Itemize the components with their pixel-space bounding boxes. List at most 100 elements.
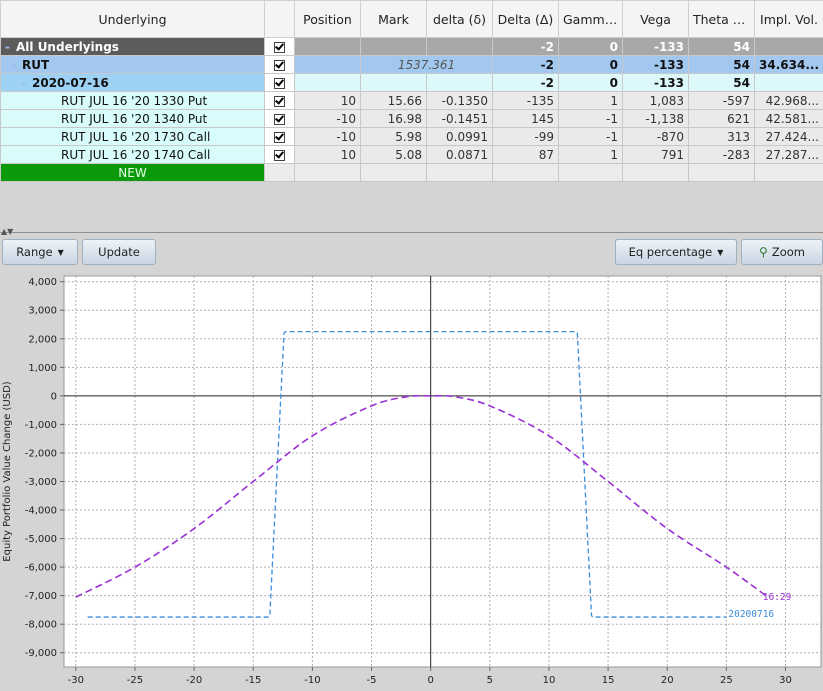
new-row[interactable]: NEW — [0, 163, 823, 182]
cell-empty — [360, 37, 427, 56]
collapse-icon[interactable]: - — [11, 58, 19, 72]
collapse-icon[interactable]: - — [21, 76, 29, 90]
leg-vega: 1,083 — [622, 91, 689, 110]
x-tick-label: -15 — [245, 675, 261, 686]
cell-empty — [492, 163, 559, 182]
all-underlyings-cell[interactable]: - All Underlyings — [0, 37, 265, 56]
leg-row[interactable]: RUT JUL 16 '20 1740 Call 10 5.08 0.0871 … — [0, 145, 823, 164]
leg-position: -10 — [294, 127, 361, 146]
leg-name[interactable]: RUT JUL 16 '20 1740 Call — [0, 145, 265, 164]
x-tick-label: 15 — [602, 675, 615, 686]
leg-name[interactable]: RUT JUL 16 '20 1730 Call — [0, 127, 265, 146]
col-position[interactable]: Position — [294, 0, 361, 38]
y-tick-label: 4,000 — [28, 277, 57, 288]
col-theta[interactable]: Theta (Θ) — [688, 0, 755, 38]
y-tick-label: -6,000 — [25, 563, 57, 574]
leg-theta: 621 — [688, 109, 755, 128]
checkbox-checked-icon[interactable] — [274, 59, 285, 71]
cell-empty — [426, 37, 493, 56]
cell-empty — [754, 73, 823, 92]
range-button[interactable]: Range ▼ — [2, 239, 78, 265]
rut-checkbox[interactable] — [264, 55, 295, 74]
rut-cell[interactable]: - RUT — [0, 55, 265, 74]
checkbox-checked-icon[interactable] — [274, 149, 285, 161]
leg-gamma: 1 — [558, 91, 623, 110]
checkbox-checked-icon[interactable] — [274, 77, 285, 89]
update-button[interactable]: Update — [82, 239, 156, 265]
y-tick-label: -5,000 — [25, 534, 57, 545]
dropdown-caret-icon: ▼ — [717, 247, 724, 257]
checkbox-checked-icon[interactable] — [274, 113, 285, 125]
rut-iv: 34.634... — [754, 55, 823, 74]
leg-name[interactable]: RUT JUL 16 '20 1340 Put — [0, 109, 265, 128]
col-gamma[interactable]: Gamma... — [558, 0, 623, 38]
leg-mark: 16.98 — [360, 109, 427, 128]
eq-percentage-dropdown[interactable]: Eq percentage ▼ — [615, 239, 737, 265]
collapse-icon[interactable]: - — [5, 40, 13, 54]
pnl-chart: -30 -25 -20 -15 -10 -5 0 5 10 15 20 25 30 4,000 3,000 2… — [2, 275, 822, 686]
leg-name[interactable]: RUT JUL 16 '20 1330 Put — [0, 91, 265, 110]
leg-checkbox[interactable] — [264, 127, 295, 146]
x-tick-label: 0 — [427, 675, 433, 686]
cell-empty — [360, 73, 427, 92]
all-underlyings-row[interactable]: - All Underlyings -2 0 -133 54 — [0, 37, 823, 56]
all-delta-cap: -2 — [492, 37, 559, 56]
leg-mark: 5.98 — [360, 127, 427, 146]
leg-delta-cap: -99 — [492, 127, 559, 146]
checkbox-checked-icon[interactable] — [274, 41, 285, 53]
expiry-checkbox[interactable] — [264, 73, 295, 92]
leg-gamma: -1 — [558, 127, 623, 146]
all-checkbox[interactable] — [264, 37, 295, 56]
update-button-label: Update — [98, 245, 140, 259]
leg-row[interactable]: RUT JUL 16 '20 1340 Put -10 16.98 -0.145… — [0, 109, 823, 128]
expiry-vega: -133 — [622, 73, 689, 92]
cell-empty — [360, 163, 427, 182]
y-tick-label: 2,000 — [28, 334, 57, 345]
leg-theta: -283 — [688, 145, 755, 164]
leg-row[interactable]: RUT JUL 16 '20 1730 Call -10 5.98 0.0991… — [0, 127, 823, 146]
col-delta-small[interactable]: delta (δ) — [426, 0, 493, 38]
checkbox-checked-icon[interactable] — [274, 131, 285, 143]
leg-delta: 0.0871 — [426, 145, 493, 164]
range-button-label: Range — [16, 245, 53, 259]
expiry-cell[interactable]: -2020-07-16 — [0, 73, 265, 92]
expiry-row[interactable]: -2020-07-16 -2 0 -133 54 — [0, 73, 823, 92]
expiry-gamma: 0 — [558, 73, 623, 92]
leg-delta-cap: 145 — [492, 109, 559, 128]
leg-gamma: -1 — [558, 109, 623, 128]
x-tick-label: -25 — [127, 675, 143, 686]
new-position-button[interactable]: NEW — [0, 163, 265, 182]
col-mark[interactable]: Mark — [360, 0, 427, 38]
rut-vega: -133 — [622, 55, 689, 74]
leg-position: 10 — [294, 145, 361, 164]
leg-checkbox[interactable] — [264, 145, 295, 164]
leg-position: 10 — [294, 91, 361, 110]
col-underlying[interactable]: Underlying — [0, 0, 265, 38]
col-vega[interactable]: Vega — [622, 0, 689, 38]
leg-row[interactable]: RUT JUL 16 '20 1330 Put 10 15.66 -0.1350… — [0, 91, 823, 110]
split-arrows-icon[interactable]: ▲▼ — [1, 227, 13, 236]
col-iv[interactable]: Impl. Vol. — [754, 0, 823, 38]
leg-checkbox[interactable] — [264, 109, 295, 128]
leg-mark: 5.08 — [360, 145, 427, 164]
y-axis-label: Equity Portfolio Value Change (USD) — [2, 381, 13, 561]
leg-checkbox[interactable] — [264, 91, 295, 110]
checkbox-checked-icon[interactable] — [274, 95, 285, 107]
zoom-button[interactable]: ⚲ Zoom — [741, 239, 823, 265]
y-tick-label: -1,000 — [25, 420, 57, 431]
all-theta: 54 — [688, 37, 755, 56]
panel-divider[interactable] — [0, 232, 823, 233]
leg-delta-cap: -135 — [492, 91, 559, 110]
all-gamma: 0 — [558, 37, 623, 56]
expiry-delta-cap: -2 — [492, 73, 559, 92]
y-tick-label: 1,000 — [28, 363, 57, 374]
col-delta-cap[interactable]: Delta (Δ) — [492, 0, 559, 38]
y-tick-label: -8,000 — [25, 620, 57, 631]
leg-iv: 42.968... — [754, 91, 823, 110]
leg-gamma: 1 — [558, 145, 623, 164]
col-check[interactable] — [264, 0, 295, 38]
all-underlyings-label: All Underlyings — [16, 39, 119, 54]
rut-row[interactable]: - RUT 1537.361 -2 0 -133 54 34.634... — [0, 55, 823, 74]
x-tick-label: 20 — [661, 675, 674, 686]
leg-iv: 27.424... — [754, 127, 823, 146]
